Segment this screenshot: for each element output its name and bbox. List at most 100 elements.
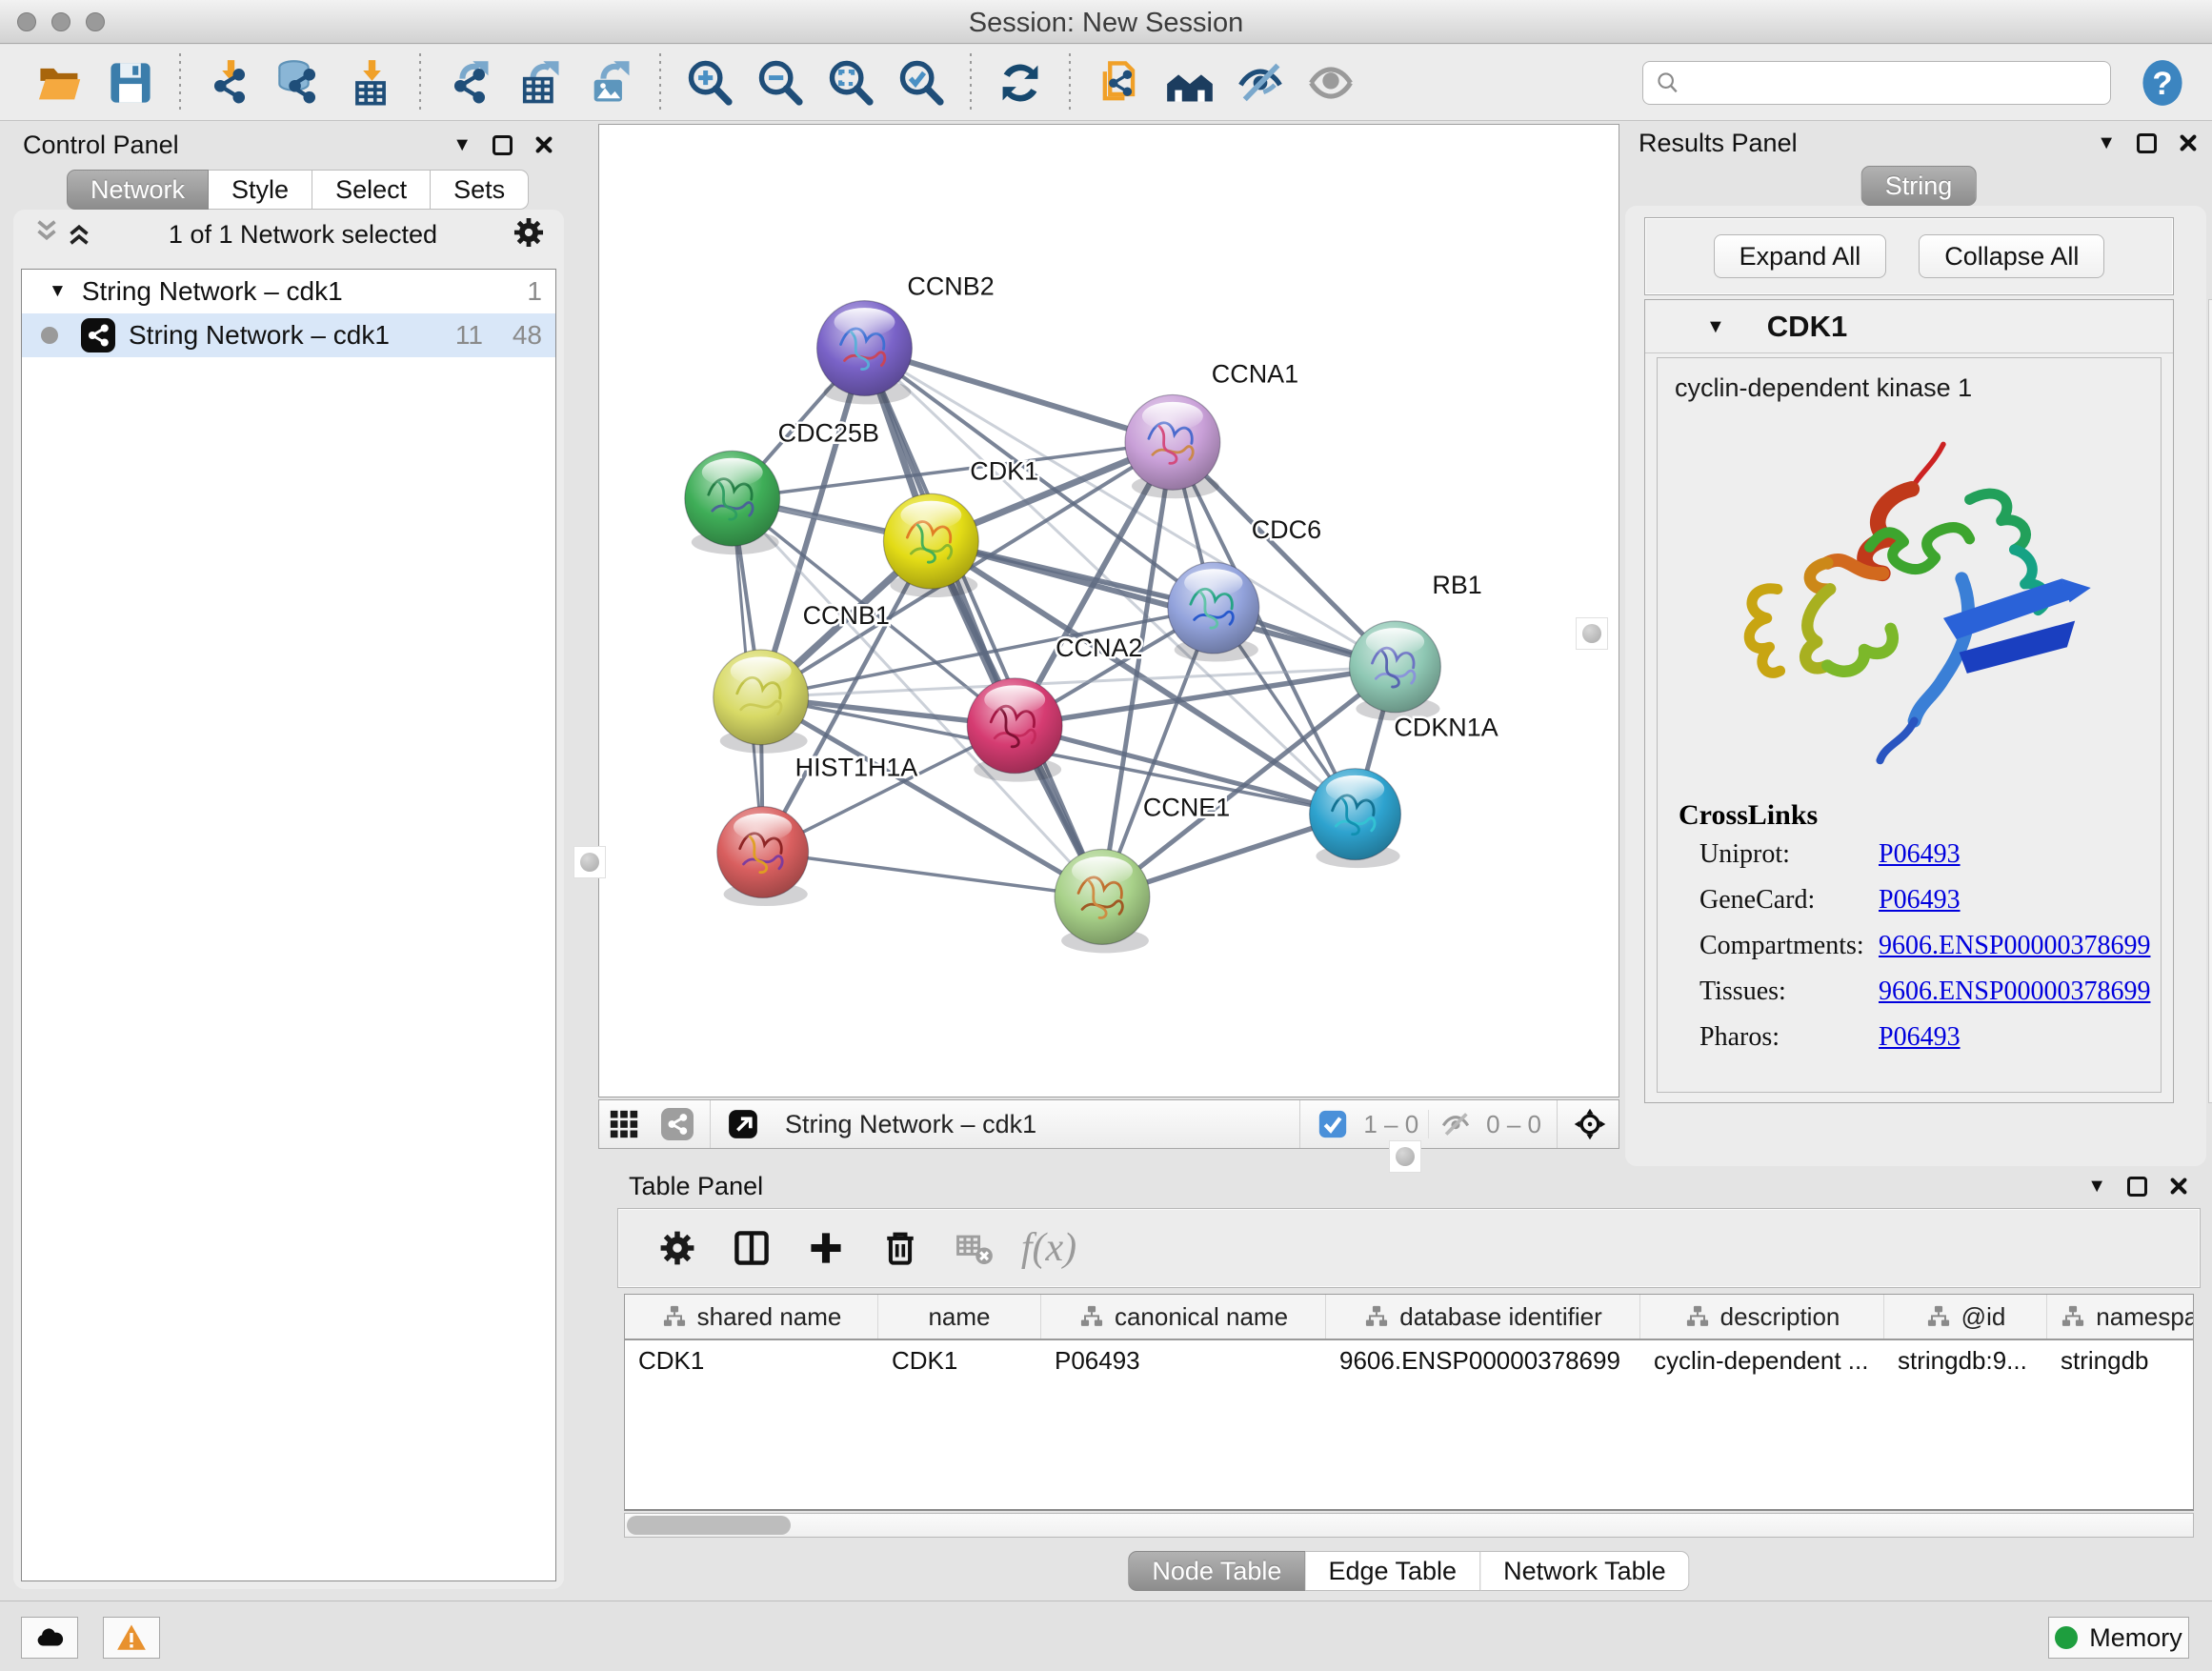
hidden-eye-slash-icon[interactable] bbox=[1437, 1105, 1475, 1143]
tab-sets[interactable]: Sets bbox=[431, 170, 529, 210]
collapse-all-button[interactable]: Collapse All bbox=[1919, 234, 2104, 278]
zoom-out-button[interactable] bbox=[752, 54, 809, 111]
node-rb1[interactable] bbox=[1350, 621, 1441, 720]
panel-maximize-icon[interactable] bbox=[2137, 133, 2157, 153]
home-button[interactable] bbox=[1161, 54, 1218, 111]
column-header-@id[interactable]: @id bbox=[1884, 1295, 2047, 1339]
table-row[interactable]: CDK1CDK1P064939606.ENSP00000378699cyclin… bbox=[625, 1340, 2193, 1382]
birdseye-crosshair-icon[interactable] bbox=[1571, 1105, 1609, 1143]
export-table-button[interactable] bbox=[512, 54, 569, 111]
crosslink-link[interactable]: P06493 bbox=[1879, 839, 1961, 870]
memory-button[interactable]: Memory bbox=[2048, 1617, 2189, 1659]
tab-select[interactable]: Select bbox=[312, 170, 431, 210]
crosslink-link[interactable]: P06493 bbox=[1879, 885, 1961, 916]
left-splitter-handle[interactable] bbox=[573, 846, 606, 878]
open-button[interactable] bbox=[31, 54, 89, 111]
table-horizontal-scrollbar[interactable] bbox=[624, 1513, 2194, 1538]
tab-network-table[interactable]: Network Table bbox=[1480, 1551, 1690, 1591]
import-string-button[interactable] bbox=[1091, 54, 1148, 111]
column-header-name[interactable]: name bbox=[878, 1295, 1041, 1339]
edge[interactable] bbox=[864, 349, 1172, 443]
tree-expander-icon[interactable]: ▼ bbox=[49, 281, 67, 302]
node-ccne1[interactable] bbox=[1055, 850, 1150, 954]
results-scrollbar[interactable] bbox=[2208, 299, 2212, 1103]
import-network-button[interactable] bbox=[201, 54, 258, 111]
fx-button[interactable]: f(x) bbox=[1022, 1221, 1076, 1275]
crosslink-label: Tissues: bbox=[1679, 976, 1879, 1007]
edge[interactable] bbox=[931, 541, 1395, 667]
node-hist1h1a[interactable] bbox=[717, 807, 809, 906]
column-header-namespace[interactable]: namespace bbox=[2047, 1295, 2194, 1339]
column-header-canonical-name[interactable]: canonical name bbox=[1041, 1295, 1326, 1339]
node-label: CDK1 bbox=[970, 456, 1038, 485]
grid-view-icon[interactable] bbox=[605, 1105, 643, 1143]
node-ccna1[interactable] bbox=[1125, 394, 1220, 498]
crosslink-link[interactable]: 9606.ENSP00000378699 bbox=[1879, 931, 2150, 961]
selected-checkbox-icon[interactable] bbox=[1314, 1105, 1352, 1143]
gear-button[interactable] bbox=[651, 1221, 704, 1275]
open-in-window-icon[interactable] bbox=[724, 1105, 762, 1143]
hide-eye-button[interactable] bbox=[1232, 54, 1289, 111]
export-image-button[interactable] bbox=[582, 54, 639, 111]
panel-maximize-icon[interactable] bbox=[2127, 1177, 2147, 1197]
tab-style[interactable]: Style bbox=[209, 170, 312, 210]
refresh-button[interactable] bbox=[992, 54, 1049, 111]
network-options-gear-icon[interactable] bbox=[511, 214, 547, 255]
edge[interactable] bbox=[864, 349, 1102, 897]
import-table-button[interactable] bbox=[342, 54, 399, 111]
cloud-button[interactable] bbox=[21, 1617, 78, 1659]
columns-button[interactable] bbox=[725, 1221, 778, 1275]
panel-close-icon[interactable] bbox=[2168, 1176, 2189, 1197]
show-eye-button[interactable] bbox=[1302, 54, 1359, 111]
panel-maximize-icon[interactable] bbox=[493, 135, 513, 155]
node-cdc6[interactable] bbox=[1168, 562, 1259, 661]
zoom-selected-button[interactable] bbox=[893, 54, 950, 111]
import-table-icon bbox=[346, 58, 395, 108]
edge[interactable] bbox=[763, 853, 1102, 897]
warnings-button[interactable] bbox=[103, 1617, 160, 1659]
panel-float-icon[interactable]: ▼ bbox=[452, 135, 472, 154]
node-ccnb1[interactable] bbox=[714, 650, 809, 754]
help-button[interactable]: ? bbox=[2138, 58, 2187, 108]
panel-float-icon[interactable]: ▼ bbox=[2097, 133, 2116, 152]
node-cdc25b[interactable] bbox=[685, 451, 780, 554]
panel-close-icon[interactable] bbox=[2178, 132, 2199, 153]
crosslink-link[interactable]: 9606.ENSP00000378699 bbox=[1879, 976, 2150, 1007]
node-entry-header[interactable]: ▼ CDK1 bbox=[1645, 300, 2173, 353]
network-collection-row[interactable]: ▼ String Network – cdk1 1 bbox=[22, 270, 555, 313]
zoom-in-button[interactable] bbox=[681, 54, 738, 111]
node-ccnb2[interactable] bbox=[817, 301, 913, 405]
expand-all-button[interactable]: Expand All bbox=[1714, 234, 1887, 278]
trash-button[interactable] bbox=[874, 1221, 927, 1275]
collapse-all-networks-icon[interactable] bbox=[30, 216, 63, 253]
panel-close-icon[interactable] bbox=[533, 134, 554, 155]
right-splitter-handle[interactable] bbox=[1576, 617, 1608, 650]
table-delete-button[interactable] bbox=[948, 1221, 1001, 1275]
column-header-shared-name[interactable]: shared name bbox=[625, 1295, 878, 1339]
network-view-canvas[interactable]: CCNB2CCNA1CDC25BCDK1CDC6RB1CCNB1CCNA2CDK… bbox=[598, 124, 1619, 1097]
plus-button[interactable] bbox=[799, 1221, 853, 1275]
tab-string[interactable]: String bbox=[1861, 166, 1977, 206]
import-database-button[interactable] bbox=[271, 54, 329, 111]
node-cdk1[interactable] bbox=[883, 493, 978, 597]
node-cdkn1a[interactable] bbox=[1310, 769, 1401, 868]
tab-network[interactable]: Network bbox=[67, 170, 209, 210]
search-input[interactable] bbox=[1689, 68, 2099, 97]
crosslink-link[interactable]: P06493 bbox=[1879, 1022, 1961, 1053]
save-button[interactable] bbox=[102, 54, 159, 111]
scrollbar-thumb[interactable] bbox=[627, 1516, 791, 1535]
network-row-selected[interactable]: String Network – cdk1 11 48 bbox=[22, 313, 555, 357]
tab-node-table[interactable]: Node Table bbox=[1128, 1551, 1305, 1591]
tab-edge-table[interactable]: Edge Table bbox=[1305, 1551, 1480, 1591]
column-header-database-identifier[interactable]: database identifier bbox=[1326, 1295, 1640, 1339]
column-header-description[interactable]: description bbox=[1640, 1295, 1884, 1339]
node-ccna2[interactable] bbox=[967, 678, 1062, 782]
string-network-graph[interactable]: CCNB2CCNA1CDC25BCDK1CDC6RB1CCNB1CCNA2CDK… bbox=[599, 125, 1619, 1097]
panel-float-icon[interactable]: ▼ bbox=[2087, 1177, 2106, 1196]
expand-all-networks-icon[interactable] bbox=[63, 216, 95, 253]
search-box[interactable] bbox=[1642, 61, 2111, 105]
zoom-fit-button[interactable] bbox=[822, 54, 879, 111]
share-view-icon[interactable] bbox=[658, 1105, 696, 1143]
export-network-button[interactable] bbox=[441, 54, 498, 111]
entry-expander-icon[interactable]: ▼ bbox=[1706, 317, 1725, 336]
